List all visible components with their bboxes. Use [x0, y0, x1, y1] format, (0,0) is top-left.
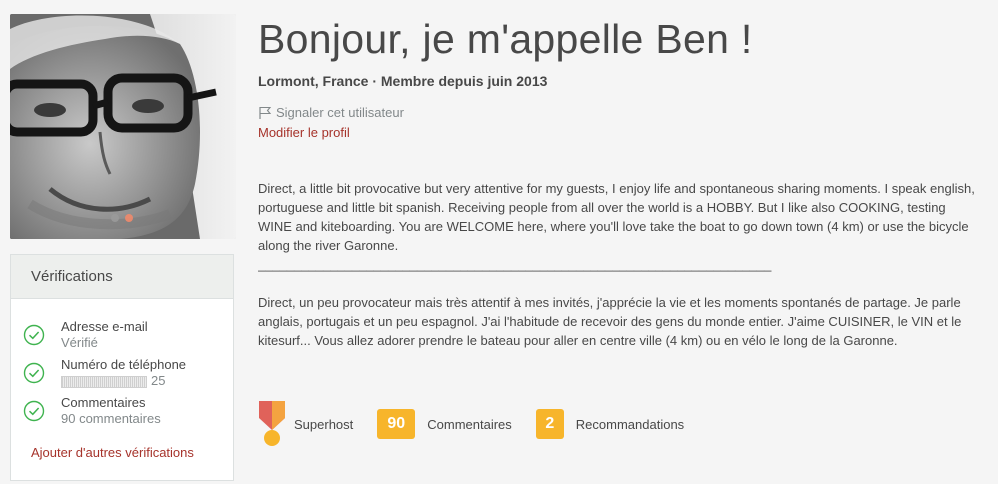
photo-carousel-dots[interactable] — [111, 214, 133, 222]
reviews-label: Commentaires — [427, 416, 512, 432]
reviews-badge[interactable]: 90 Commentaires — [353, 409, 512, 439]
report-user-link[interactable]: Signaler cet utilisateur — [258, 105, 404, 120]
profile-photo[interactable] — [10, 14, 236, 239]
check-circle-icon — [23, 400, 45, 422]
profile-photo-image — [10, 14, 236, 239]
verifications-list: Adresse e-mail Vérifié Numéro de télépho… — [11, 299, 233, 427]
check-circle-icon — [23, 362, 45, 384]
flag-icon — [259, 106, 272, 119]
about-english: Direct, a little bit provocative but ver… — [258, 181, 975, 253]
check-circle-icon — [23, 324, 45, 346]
verification-item-email: Adresse e-mail Vérifié — [23, 319, 233, 351]
page-title: Bonjour, je m'appelle Ben ! — [258, 16, 753, 62]
verification-title: Numéro de téléphone — [61, 357, 187, 372]
about-french: Direct, un peu provocateur mais très att… — [258, 295, 962, 348]
profile-badges: Superhost 90 Commentaires 2 Recommandati… — [258, 400, 684, 448]
verification-item-phone: Numéro de téléphone 25 — [23, 357, 233, 389]
verifications-card: Vérifications Adresse e-mail Vérifié Num… — [10, 254, 234, 481]
report-user-label[interactable]: Signaler cet utilisateur — [276, 105, 404, 120]
verification-item-reviews: Commentaires 90 commentaires — [23, 395, 233, 427]
edit-profile-link[interactable]: Modifier le profil — [258, 125, 350, 140]
verification-status: 90 commentaires — [61, 411, 161, 426]
carousel-dot-active[interactable] — [125, 214, 133, 222]
verification-phone-masked: 25 — [61, 373, 186, 389]
add-verifications-link[interactable]: Ajouter d'autres vérifications — [31, 445, 194, 460]
recommendations-count-badge: 2 — [535, 409, 564, 439]
superhost-label: Superhost — [294, 416, 354, 432]
phone-last-digits: 25 — [151, 373, 166, 388]
about-separator: ________________________________________… — [258, 257, 772, 272]
verifications-header: Vérifications — [11, 255, 233, 299]
superhost-medal-icon — [259, 401, 285, 446]
carousel-dot[interactable] — [111, 214, 119, 222]
masked-phone-number — [61, 375, 147, 388]
profile-location-member-since: Lormont, France · Membre depuis juin 201… — [258, 73, 548, 89]
verification-title: Adresse e-mail — [61, 319, 148, 334]
recommendations-label: Recommandations — [575, 416, 685, 432]
reviews-count-badge: 90 — [377, 409, 416, 439]
recommendations-badge[interactable]: 2 Recommandations — [512, 409, 684, 439]
verification-status: Vérifié — [61, 335, 98, 350]
verification-title: Commentaires — [61, 395, 146, 410]
profile-about: Direct, a little bit provocative but ver… — [258, 179, 976, 350]
superhost-badge[interactable]: Superhost — [258, 400, 353, 448]
